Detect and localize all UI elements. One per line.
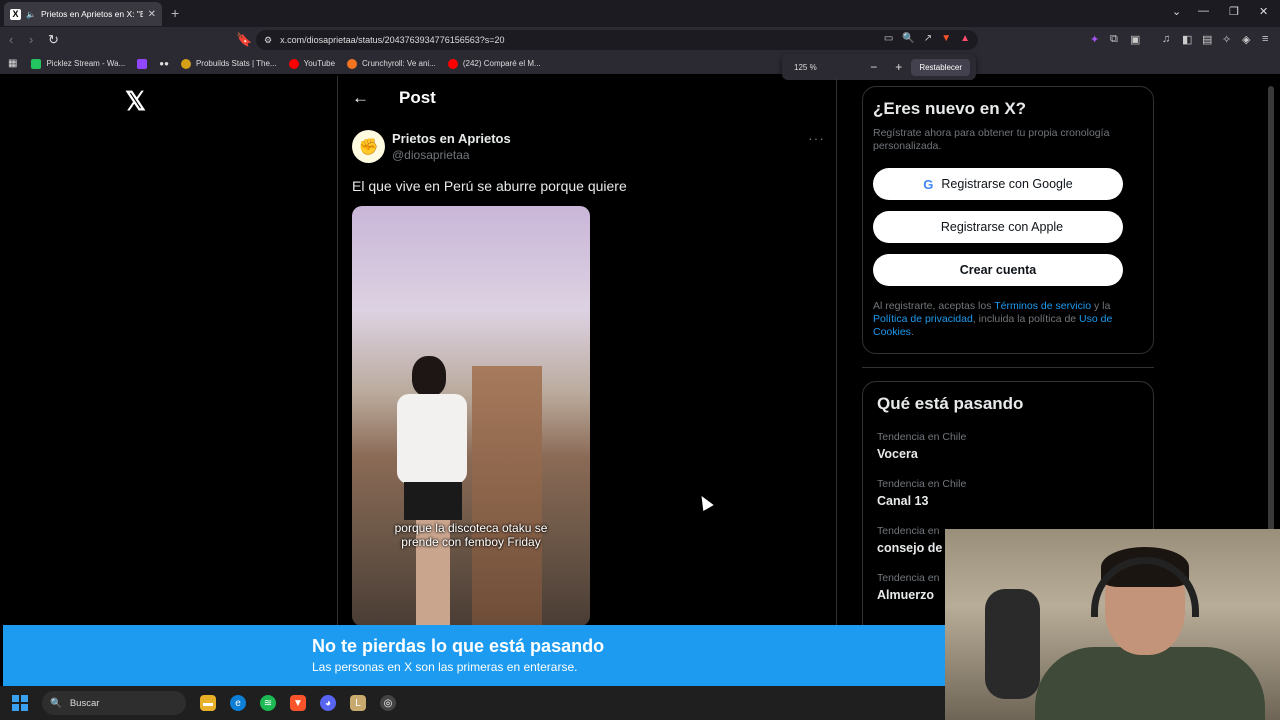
brave-shield-icon[interactable]: ▼ — [941, 33, 951, 44]
more-options-icon[interactable]: ··· — [808, 130, 825, 146]
back-arrow-icon[interactable]: ← — [352, 88, 369, 108]
wallet2-icon[interactable]: ▤ — [1202, 33, 1212, 46]
url-text: x.com/diosaprietaa/status/20437639347761… — [280, 35, 505, 45]
signup-banner[interactable]: No te pierdas lo que está pasando Las pe… — [3, 625, 945, 686]
forward-nav-icon[interactable]: › — [29, 32, 33, 47]
privacy-link[interactable]: Política de privacidad — [873, 313, 973, 325]
youtube-icon — [288, 58, 299, 69]
twitch-icon — [137, 58, 148, 69]
video-wall — [472, 366, 542, 626]
ai-extension-icon[interactable]: ✦ — [1090, 33, 1099, 46]
discord-icon[interactable]: ◕ — [320, 695, 336, 711]
close-window-button[interactable]: ✕ — [1259, 5, 1268, 18]
taskbar-search[interactable]: 🔍 Buscar — [42, 691, 186, 715]
spotify-icon[interactable]: ≋ — [260, 695, 276, 711]
tab-list-icon[interactable]: ⌄ — [1172, 5, 1181, 18]
new-tab-button[interactable]: + — [171, 5, 179, 21]
trend-item[interactable]: Tendencia en Chile Canal 13 — [877, 478, 1139, 508]
sidebar-divider — [862, 367, 1154, 368]
google-signup-button[interactable]: G Registrarse con Google — [873, 168, 1123, 200]
video-caption: porque la discoteca otaku se prende con … — [394, 521, 548, 549]
vpn-icon[interactable]: ◈ — [1242, 33, 1250, 46]
file-explorer-icon[interactable]: ▬ — [200, 695, 216, 711]
sidebar-icon[interactable]: ◧ — [1182, 33, 1192, 46]
signup-title: ¿Eres nuevo en X? — [873, 99, 1027, 118]
create-account-button[interactable]: Crear cuenta — [873, 254, 1123, 286]
browser-tab[interactable]: X 🔈 Prietos en Aprietos en X: "El q ✕ — [4, 2, 162, 26]
medium-icon: ●● — [159, 59, 169, 68]
bookmark-youtube[interactable]: YouTube — [288, 58, 335, 69]
league-icon[interactable]: L — [350, 695, 366, 711]
signup-legal: Al registrarte, aceptas los Términos de … — [873, 300, 1113, 338]
video-person — [382, 356, 472, 626]
bookmark-icon[interactable]: 🔖 — [236, 32, 252, 48]
windows-start-icon[interactable] — [12, 695, 28, 711]
post-header: ← Post — [352, 88, 436, 108]
youtube-icon — [447, 58, 458, 69]
apple-signup-button[interactable]: Registrarse con Apple — [873, 211, 1123, 243]
bookmark-medium[interactable]: ●● — [159, 59, 169, 68]
url-actions: ▭ 🔍 ↗ ▼ ▲ — [884, 33, 970, 44]
minimize-button[interactable]: — — [1198, 5, 1209, 17]
microphone — [985, 589, 1040, 699]
terms-link[interactable]: Términos de servicio — [994, 300, 1091, 312]
post-video[interactable]: porque la discoteca otaku se prende con … — [352, 206, 590, 626]
leo-icon[interactable]: ✧ — [1222, 33, 1231, 46]
tab-title: Prietos en Aprietos en X: "El q — [40, 9, 143, 19]
zoom-level: 125 % — [794, 62, 817, 72]
trend-item[interactable]: Tendencia en Chile Vocera — [877, 431, 1139, 461]
brave-rewards-icon[interactable]: ▲ — [960, 33, 970, 44]
riot-client-icon[interactable]: ◎ — [380, 695, 396, 711]
edge-icon[interactable]: e — [230, 695, 246, 711]
post-text: El que vive en Perú se aburre porque qui… — [352, 178, 627, 194]
taskbar: 🔍 Buscar ▬ e ≋ ▼ ◕ L ◎ — [0, 686, 945, 720]
cast-icon[interactable]: ▭ — [884, 33, 893, 44]
address-bar-row: ‹ › ↻ 🔖 ⚙ x.com/diosaprietaa/status/2043… — [0, 27, 1280, 53]
share-icon[interactable]: ↗ — [924, 33, 932, 44]
trends-title: Qué está pasando — [877, 394, 1024, 413]
bookmark-probuilds[interactable]: Probuilds Stats | The... — [180, 58, 277, 69]
webcam-overlay — [945, 529, 1280, 720]
back-nav-icon[interactable]: ‹ — [9, 32, 13, 47]
signup-card: ¿Eres nuevo en X? Regístrate ahora para … — [862, 86, 1154, 354]
wallet-icon[interactable]: ▣ — [1130, 33, 1140, 46]
post-column: ← Post ✊ Prietos en Aprietos @diosapriet… — [337, 76, 837, 626]
search-icon: 🔍 — [50, 697, 62, 709]
extensions-icon[interactable]: ⧉ — [1110, 33, 1118, 46]
crunchyroll-icon — [347, 58, 358, 69]
url-field[interactable]: ⚙ x.com/diosaprietaa/status/204376393477… — [256, 30, 978, 50]
author-handle[interactable]: @diosaprietaa — [392, 148, 470, 162]
signup-subtitle: Regístrate ahora para obtener tu propia … — [873, 127, 1110, 152]
author-name[interactable]: Prietos en Aprietos — [392, 131, 511, 146]
brave-icon[interactable]: ▼ — [290, 695, 306, 711]
banner-subtitle: Las personas en X son las primeras en en… — [312, 660, 578, 674]
browser-tab-bar: X 🔈 Prietos en Aprietos en X: "El q ✕ + … — [0, 0, 1280, 27]
bookmark-picklez[interactable]: Picklez Stream - Wa... — [31, 58, 125, 69]
maximize-button[interactable]: ❐ — [1229, 5, 1239, 18]
zoom-icon[interactable]: 🔍 — [902, 33, 914, 44]
bookmark-youtube-video[interactable]: (242) Comparé el M... — [447, 58, 541, 69]
zoom-in-button[interactable]: + — [895, 60, 902, 74]
page-title: Post — [399, 88, 436, 107]
bookmarks-bar: ▦ Picklez Stream - Wa... ●● Probuilds St… — [0, 53, 1280, 74]
bookmark-twitch[interactable] — [137, 58, 148, 69]
menu-icon[interactable]: ≡ — [1262, 33, 1268, 45]
zoom-out-button[interactable]: − — [870, 60, 877, 74]
zoom-reset-button[interactable]: Restablecer — [911, 58, 970, 76]
apps-grid-icon[interactable]: ▦ — [8, 58, 17, 69]
music-icon[interactable]: ♫ — [1162, 33, 1170, 45]
page-scrollbar[interactable] — [1268, 86, 1274, 606]
reload-icon[interactable]: ↻ — [48, 32, 59, 48]
avatar[interactable]: ✊ — [352, 130, 385, 163]
probuilds-icon — [180, 58, 191, 69]
close-tab-icon[interactable]: ✕ — [148, 9, 156, 20]
bookmark-crunchyroll[interactable]: Crunchyroll: Ve ani... — [347, 58, 436, 69]
x-logo-icon[interactable]: 𝕏 — [125, 86, 146, 117]
speaker-icon: 🔈 — [26, 9, 36, 19]
google-icon: G — [923, 176, 934, 192]
picklez-icon — [31, 58, 42, 69]
site-info-icon[interactable]: ⚙ — [264, 35, 272, 46]
x-favicon-icon: X — [10, 8, 21, 20]
banner-title: No te pierdas lo que está pasando — [312, 636, 605, 656]
